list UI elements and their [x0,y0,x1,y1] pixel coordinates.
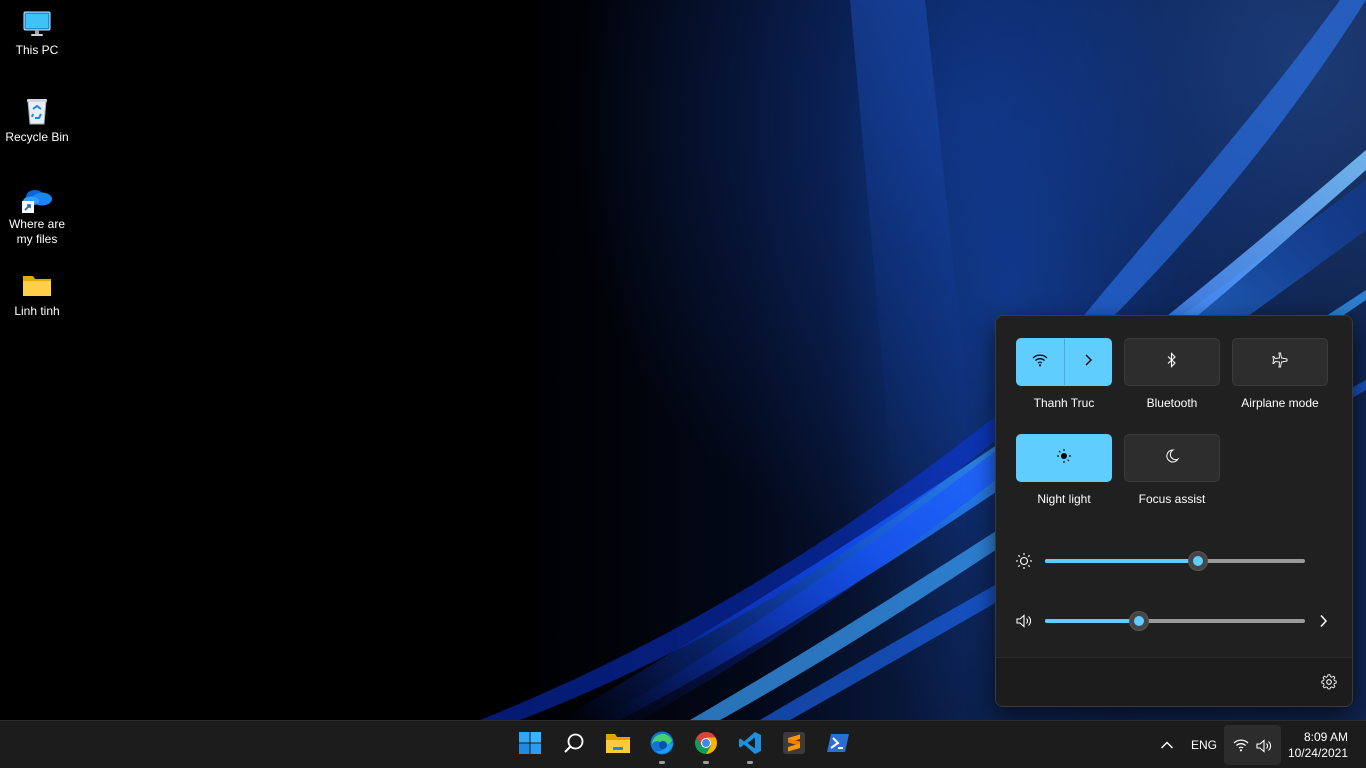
speaker-icon[interactable] [1015,613,1033,634]
taskbar-powershell-button[interactable] [818,725,858,765]
desktop-icon-label: This PC [15,43,59,57]
network-volume-tray-button[interactable] [1224,725,1281,765]
taskbar-chrome-button[interactable] [686,725,726,765]
wifi-tile [1016,338,1112,386]
desktop-icon-label: Where are my files [8,217,66,246]
input-language-indicator[interactable]: ENG [1191,738,1217,752]
wifi-toggle-button[interactable] [1017,339,1064,385]
onedrive-shortcut-icon [21,182,53,214]
chrome-icon [694,731,718,760]
desktop-icon-where-are-my-files[interactable]: Where are my files [0,182,74,247]
taskbar-edge-button[interactable] [642,725,682,765]
quick-settings-footer [996,657,1352,706]
night-light-icon [1056,448,1072,469]
audio-output-chevron-icon[interactable] [1318,614,1328,633]
taskbar-start-button[interactable] [510,725,550,765]
focus-assist-tile-label: Focus assist [1138,492,1206,506]
taskbar-search-button[interactable] [554,725,594,765]
taskbar: ENG 8:09 AM 10/24/2021 [0,720,1366,768]
desktop-icon-label: Linh tinh [14,304,60,318]
desktop-icon-linh-tinh[interactable]: Linh tinh [0,269,74,319]
bluetooth-icon [1166,351,1178,373]
quick-settings-panel: Thanh Truc Bluetooth Airplane mode Night… [995,315,1353,707]
wifi-icon [1032,353,1048,372]
running-indicator [747,761,753,764]
wifi-icon [1233,738,1249,757]
desktop-icon-this-pc[interactable]: This PC [0,8,74,58]
file-explorer-icon [605,732,631,759]
clock-date: 10/24/2021 [1287,746,1348,760]
desktop-icon-label: Recycle Bin [5,130,69,144]
running-indicator [659,761,665,764]
brightness-slider[interactable] [1045,551,1305,571]
wifi-networks-button[interactable] [1064,339,1111,385]
clock-time: 8:09 AM [1303,730,1348,744]
wifi-tile-label: Thanh Truc [1033,396,1095,410]
night-light-tile[interactable] [1016,434,1112,482]
moon-icon [1164,448,1180,469]
volume-slider-fill [1045,619,1139,623]
focus-assist-tile[interactable] [1124,434,1220,482]
search-icon [563,732,585,759]
powershell-icon [826,732,850,759]
taskbar-file-explorer-button[interactable] [598,725,638,765]
recycle-bin-icon [21,95,53,127]
gear-icon[interactable] [1321,674,1337,695]
chevron-up-icon[interactable] [1160,737,1174,755]
windows-start-icon [518,731,542,760]
speaker-icon [1255,738,1273,759]
edge-icon [649,730,675,761]
volume-slider-thumb[interactable] [1128,611,1149,631]
bluetooth-tile[interactable] [1124,338,1220,386]
brightness-slider-fill [1045,559,1199,563]
taskbar-sublime-text-button[interactable] [774,725,814,765]
sublime-text-icon [782,731,806,760]
chevron-right-icon [1083,353,1093,371]
vscode-icon [738,731,762,760]
desktop-icon-recycle-bin[interactable]: Recycle Bin [0,95,74,145]
running-indicator [703,761,709,764]
airplane-icon [1271,352,1289,373]
brightness-slider-thumb[interactable] [1188,551,1209,571]
volume-slider[interactable] [1045,611,1305,631]
sun-icon [1015,552,1033,575]
airplane-mode-tile[interactable] [1232,338,1328,386]
taskbar-vscode-button[interactable] [730,725,770,765]
night-light-tile-label: Night light [1037,492,1091,506]
clock-button[interactable]: 8:09 AM 10/24/2021 [1284,727,1356,763]
monitor-icon [21,8,53,40]
bluetooth-tile-label: Bluetooth [1146,396,1198,410]
airplane-mode-tile-label: Airplane mode [1241,396,1319,410]
folder-icon [21,269,53,301]
